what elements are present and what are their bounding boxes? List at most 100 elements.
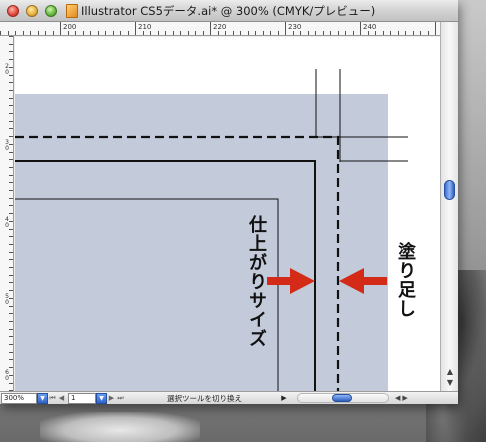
- ruler-tick: [9, 251, 13, 253]
- ruler-tick: [9, 305, 13, 307]
- ruler-tick: [9, 328, 13, 330]
- ruler-tick: [9, 374, 13, 376]
- ruler-tick: [9, 197, 13, 199]
- ruler-tick: [247, 31, 249, 35]
- ruler-tick: [75, 31, 76, 35]
- ruler-tick: [285, 22, 286, 35]
- close-icon[interactable]: [7, 5, 19, 17]
- status-menu-icon[interactable]: ▶: [279, 394, 289, 402]
- ruler-label: 210: [138, 23, 152, 31]
- ruler-tick: [187, 31, 189, 35]
- ruler-tick: [195, 31, 196, 35]
- ruler-tick: [97, 31, 99, 35]
- ruler-tick: [9, 220, 13, 222]
- ruler-tick: [9, 297, 13, 299]
- illustrator-document-window: Illustrator CS5データ.ai* @ 300% (CMYK/プレビュ…: [0, 0, 458, 404]
- horizontal-scrollbar[interactable]: [297, 393, 389, 403]
- horizontal-scroll-arrows-icon[interactable]: ◀▶: [395, 394, 410, 402]
- ruler-tick: [9, 151, 13, 153]
- ruler-tick: [9, 43, 13, 45]
- ruler-label: 30: [5, 139, 9, 152]
- ruler-tick: [330, 31, 331, 35]
- zoom-dropdown-icon[interactable]: ▼: [37, 392, 48, 404]
- ruler-tick: [240, 31, 241, 35]
- ruler-tick: [9, 243, 13, 245]
- page-dropdown-icon[interactable]: ▼: [96, 392, 107, 404]
- ruler-tick: [150, 31, 151, 35]
- ruler-tick: [9, 105, 13, 107]
- ruler-tick: [9, 267, 13, 268]
- ruler-tick: [9, 136, 13, 138]
- page-number-field[interactable]: 1: [68, 392, 96, 404]
- status-bar: 300% ▼ ⏮ ◀ 1 ▼ ▶ ⏭ 選択ツールを切り換え ▶ ◀▶: [0, 391, 458, 404]
- finished-size-label: 仕上がりサイズ: [246, 215, 267, 348]
- ruler-tick: [9, 36, 13, 37]
- ruler-tick: [9, 143, 13, 145]
- ruler-tick: [262, 31, 264, 35]
- artboard-canvas[interactable]: 仕上がりサイズ 塗り足し: [15, 37, 440, 391]
- ruler-label: 220: [213, 23, 227, 31]
- ruler-tick: [9, 120, 13, 122]
- trim-line-solid: [15, 160, 316, 391]
- ruler-tick: [9, 228, 13, 230]
- ruler-tick: [142, 31, 144, 35]
- window-titlebar[interactable]: Illustrator CS5データ.ai* @ 300% (CMYK/プレビュ…: [0, 0, 458, 22]
- ruler-tick: [9, 367, 13, 369]
- ruler-tick: [22, 31, 24, 35]
- ruler-tick: [9, 174, 13, 176]
- zoom-icon[interactable]: [45, 5, 57, 17]
- desktop-background-cloud: [40, 412, 200, 442]
- ruler-label: 230: [288, 23, 302, 31]
- zoom-level-field[interactable]: 300%: [1, 392, 37, 404]
- previous-page-icon[interactable]: ◀: [57, 394, 66, 402]
- vertical-scrollbar[interactable]: ▲ ▼: [440, 22, 458, 391]
- ruler-tick: [397, 31, 399, 35]
- last-page-icon[interactable]: ⏭: [116, 394, 125, 403]
- ruler-tick: [270, 31, 271, 35]
- vertical-ruler[interactable]: 20 30 40 50 60: [0, 36, 14, 392]
- ruler-tick: [157, 31, 159, 35]
- ruler-tick: [9, 213, 13, 215]
- ruler-tick: [337, 31, 339, 35]
- horizontal-ruler[interactable]: 200 210 220 230 240: [0, 22, 440, 36]
- ruler-tick: [180, 31, 181, 35]
- first-page-icon[interactable]: ⏮: [48, 394, 57, 403]
- next-page-icon[interactable]: ▶: [107, 394, 116, 402]
- ruler-tick: [307, 31, 309, 35]
- ruler-tick: [360, 22, 361, 35]
- ruler-tick: [9, 66, 13, 68]
- ruler-tick: [9, 259, 13, 261]
- ruler-tick: [172, 31, 174, 35]
- vertical-scroll-thumb[interactable]: [444, 180, 455, 200]
- ruler-tick: [105, 31, 106, 35]
- ruler-tick: [300, 31, 301, 35]
- ruler-tick: [9, 382, 13, 384]
- ruler-tick: [315, 31, 316, 35]
- ruler-tick: [9, 351, 13, 353]
- ruler-tick: [405, 31, 406, 35]
- ruler-tick: [292, 31, 294, 35]
- ruler-tick: [345, 31, 346, 35]
- ruler-tick: [9, 74, 13, 76]
- ruler-tick: [165, 31, 166, 35]
- ruler-label: 200: [63, 23, 77, 31]
- ruler-tick: [15, 31, 16, 35]
- ruler-tick: [9, 159, 13, 161]
- ruler-tick: [9, 359, 13, 361]
- ruler-tick: [412, 31, 414, 35]
- ruler-tick: [9, 236, 13, 238]
- ruler-tick: [322, 31, 324, 35]
- ruler-tick: [9, 97, 13, 99]
- ruler-tick: [9, 82, 13, 84]
- ruler-tick: [45, 31, 46, 35]
- horizontal-scroll-thumb[interactable]: [332, 394, 352, 402]
- ruler-tick: [9, 113, 13, 114]
- ruler-tick: [352, 31, 354, 35]
- ruler-label: 40: [5, 216, 9, 229]
- ruler-tick: [255, 31, 256, 35]
- ruler-tick: [427, 31, 429, 35]
- scroll-up-icon[interactable]: ▲: [444, 367, 456, 377]
- bleed-line-dashed: [15, 135, 340, 391]
- minimize-icon[interactable]: [26, 5, 38, 17]
- scroll-down-icon[interactable]: ▼: [444, 378, 456, 388]
